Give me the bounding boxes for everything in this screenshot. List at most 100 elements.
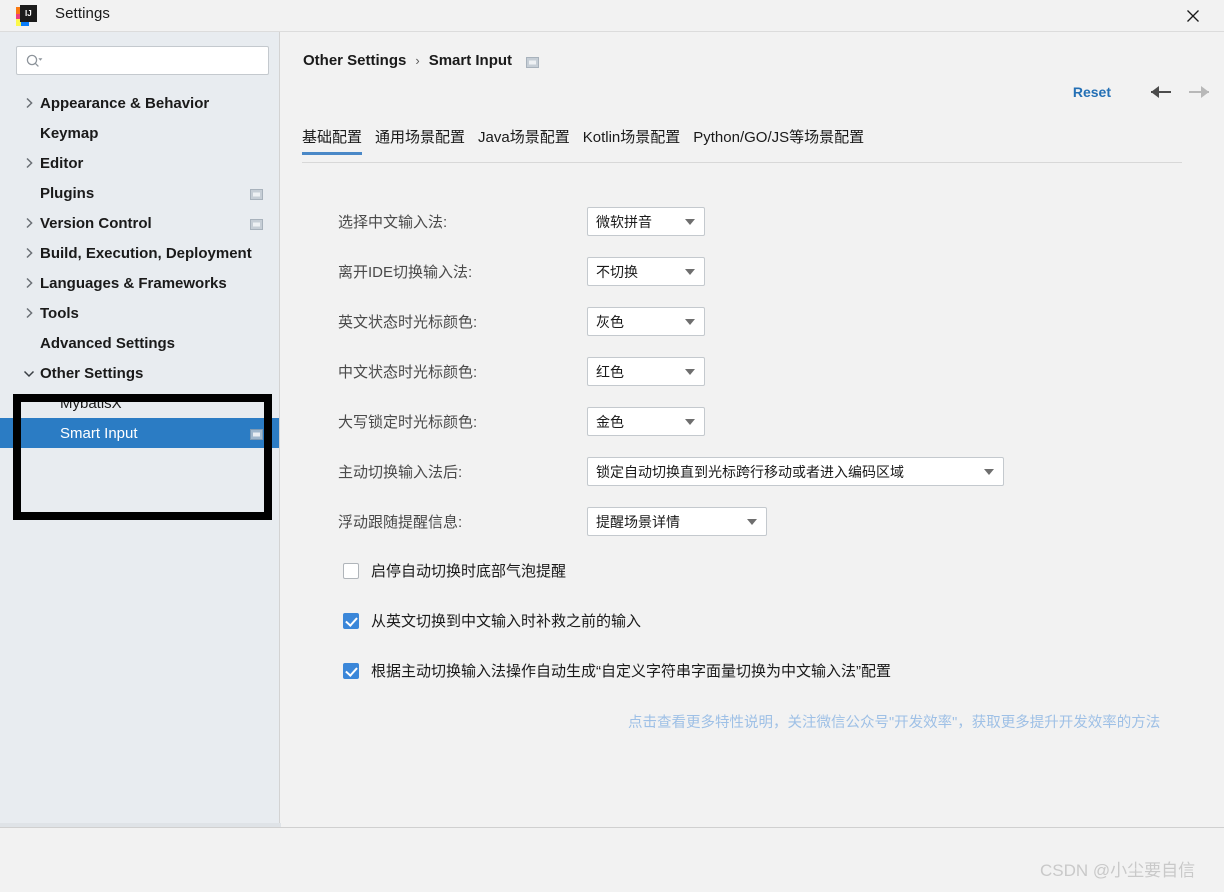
promo-link[interactable]: 点击查看更多特性说明，关注微信公众号"开发效率"，获取更多提升开发效率的方法 [628, 711, 1160, 732]
sidebar-item-label: Editor [40, 155, 83, 172]
chevron-down-icon[interactable] [685, 269, 695, 275]
chevron-down-icon[interactable] [685, 319, 695, 325]
chevron-down-icon[interactable] [984, 469, 994, 475]
tab-bar: 基础配置通用场景配置 Java场景配置 Kotlin场景配置 Python/GO/JS… [302, 126, 877, 155]
tab-bar-underline [302, 162, 1182, 163]
chevron-right-icon[interactable] [22, 268, 36, 298]
dropdown-3[interactable]: 灰色 [587, 307, 705, 336]
dropdown-4[interactable]: 红色 [587, 357, 705, 386]
sidebar-item-plugins[interactable]: Plugins [0, 178, 279, 208]
sidebar-item-mybatisx[interactable]: MybatisX [0, 388, 279, 418]
chevron-down-icon[interactable] [685, 219, 695, 225]
dropdown-6[interactable]: 锁定自动切换直到光标跨行移动或者进入编码区域 [587, 457, 1004, 486]
field-label: 主动切换输入法后: [338, 461, 526, 482]
sidebar-item-label: Plugins [40, 185, 94, 202]
form-row: 主动切换输入法后: 锁定自动切换直到光标跨行移动或者进入编码区域 [338, 457, 1004, 486]
dropdown-2[interactable]: 不切换 [587, 257, 705, 286]
chevron-right-icon[interactable] [22, 88, 36, 118]
dropdown-value: 不切换 [588, 262, 638, 282]
sidebar-item-version-control[interactable]: Version Control [0, 208, 279, 238]
window-title: Settings [55, 5, 110, 22]
plugin-badge-icon [250, 427, 263, 438]
form-row: 英文状态时光标颜色:灰色 [338, 307, 705, 336]
reset-link[interactable]: Reset [1073, 84, 1111, 100]
chevron-right-icon[interactable] [22, 238, 36, 268]
plugin-badge-icon [250, 187, 263, 198]
plugin-badge-icon [526, 55, 539, 66]
dropdown-value: 微软拼音 [588, 212, 652, 232]
dropdown-value: 锁定自动切换直到光标跨行移动或者进入编码区域 [588, 462, 904, 482]
sidebar-item-smart-input[interactable]: Smart Input [0, 418, 279, 448]
title-bar: IJ Settings [0, 0, 1224, 31]
dropdown-value: 灰色 [588, 312, 624, 332]
tab-2[interactable]: 通用场景配置 [375, 126, 465, 155]
checkbox-label: 启停自动切换时底部气泡提醒 [371, 560, 566, 581]
content-scrollbar-track[interactable] [1161, 32, 1173, 734]
sidebar-item-label: Other Settings [40, 365, 143, 382]
field-label: 离开IDE切换输入法: [338, 261, 526, 282]
dropdown-value: 金色 [588, 412, 624, 432]
tab-1[interactable]: 基础配置 [302, 126, 362, 155]
checkbox-row-2[interactable]: 从英文切换到中文输入时补救之前的输入 [343, 610, 641, 631]
chevron-down-icon[interactable] [685, 369, 695, 375]
sidebar-item-editor[interactable]: Editor [0, 148, 279, 178]
sidebar-item-keymap[interactable]: Keymap [0, 118, 279, 148]
sidebar-item-label: Appearance & Behavior [40, 95, 209, 112]
checkbox-1[interactable] [343, 563, 359, 579]
form-row: 中文状态时光标颜色: 红色 [338, 357, 705, 386]
sidebar-item-label: Build, Execution, Deployment [40, 245, 252, 262]
arrow-right-icon [1186, 81, 1212, 103]
sidebar-item-label: Version Control [40, 215, 152, 232]
sidebar-item-label: Keymap [40, 125, 98, 142]
search-input[interactable] [49, 47, 264, 74]
svg-text:IJ: IJ [25, 9, 32, 18]
sidebar-item-label: Advanced Settings [40, 335, 175, 352]
checkbox-label: 根据主动切换输入法操作自动生成“自定义字符串字面量切换为中文输入法”配置 [371, 660, 891, 681]
search-box[interactable] [16, 46, 269, 75]
chevron-down-icon[interactable] [685, 419, 695, 425]
settings-content-pane: Other Settings › Smart Input Reset [281, 32, 1224, 827]
sidebar-item-label: MybatisX [60, 395, 122, 412]
dialog-footer: ? OK Cancel Apply [0, 828, 1224, 892]
sidebar-item-label: Languages & Frameworks [40, 275, 227, 292]
field-label: 浮动跟随提醒信息: [338, 511, 526, 532]
checkbox-label: 从英文切换到中文输入时补救之前的输入 [371, 610, 641, 631]
sidebar-item-other-settings[interactable]: Other Settings [0, 358, 279, 388]
sidebar-item-label: Tools [40, 305, 79, 322]
form-row: 选择中文输入法: 微软拼音 [338, 207, 705, 236]
field-label: 大写锁定时光标颜色: [338, 411, 526, 432]
sidebar-item-build-execution-deployment[interactable]: Build, Execution, Deployment [0, 238, 279, 268]
form-row: 离开IDE切换输入法: 不切换 [338, 257, 705, 286]
dropdown-1[interactable]: 微软拼音 [587, 207, 705, 236]
sidebar-item-label: Smart Input [60, 425, 138, 442]
breadcrumb-parent[interactable]: Other Settings [303, 52, 406, 69]
checkbox-row-3[interactable]: 根据主动切换输入法操作自动生成“自定义字符串字面量切换为中文输入法”配置 [343, 660, 891, 681]
settings-nav-list: Appearance & Behavior Keymap Editor Plugins… [0, 88, 279, 448]
chevron-right-icon[interactable] [22, 208, 36, 238]
field-label: 选择中文输入法: [338, 211, 526, 232]
settings-dialog: IJ Settings Appearance & Behavior Keymap E… [0, 0, 1224, 892]
breadcrumb-current: Smart Input [429, 52, 512, 69]
sidebar-item-advanced-settings[interactable]: Advanced Settings [0, 328, 279, 358]
checkbox-row-1[interactable]: 启停自动切换时底部气泡提醒 [343, 560, 566, 581]
sidebar-item-tools[interactable]: Tools [0, 298, 279, 328]
tab-5[interactable]: Python/GO/JS等场景配置 [693, 126, 864, 155]
sidebar-item-languages-frameworks[interactable]: Languages & Frameworks [0, 268, 279, 298]
chevron-down-icon[interactable] [22, 358, 36, 388]
sidebar-item-appearance-behavior[interactable]: Appearance & Behavior [0, 88, 279, 118]
field-label: 中文状态时光标颜色: [338, 361, 526, 382]
chevron-down-icon[interactable] [747, 519, 757, 525]
checkbox-2[interactable] [343, 613, 359, 629]
chevron-right-icon[interactable] [22, 148, 36, 178]
dropdown-value: 提醒场景详情 [588, 512, 680, 532]
intellij-idea-logo-icon: IJ [16, 5, 37, 26]
dropdown-7[interactable]: 提醒场景详情 [587, 507, 767, 536]
settings-sidebar: Appearance & Behavior Keymap Editor Plugins… [0, 32, 280, 827]
checkbox-3[interactable] [343, 663, 359, 679]
tab-4[interactable]: Kotlin场景配置 [583, 126, 681, 155]
close-icon[interactable] [1170, 0, 1216, 31]
tab-3[interactable]: Java场景配置 [478, 126, 570, 155]
form-row: 大写锁定时光标颜色: 金色 [338, 407, 705, 436]
chevron-right-icon[interactable] [22, 298, 36, 328]
dropdown-5[interactable]: 金色 [587, 407, 705, 436]
